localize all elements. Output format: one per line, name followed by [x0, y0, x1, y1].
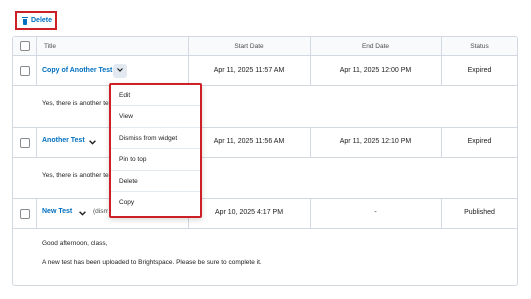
column-start-date[interactable]: Start Date	[188, 37, 310, 56]
column-title[interactable]: Title	[44, 37, 56, 56]
item-title-link[interactable]: Copy of Another Test	[42, 67, 112, 74]
menu-item-pin-to-top[interactable]: Pin to top	[111, 149, 200, 171]
preview-text-line-2: A new test has been uploaded to Brightsp…	[42, 259, 262, 266]
end-date: Apr 11, 2025 12:00 PM	[339, 67, 412, 74]
preview-row: Yes, there is another test	[13, 86, 517, 128]
table-row: New Test (dismissed) Apr 10, 2025 4:17 P…	[13, 199, 517, 229]
preview-text: Yes, there is another test	[42, 100, 114, 107]
menu-item-copy[interactable]: Copy	[111, 192, 200, 213]
select-all-checkbox[interactable]	[20, 41, 30, 51]
context-menu: Edit View Dismiss from widget Pin to top…	[109, 83, 202, 218]
chevron-down-icon[interactable]	[79, 211, 86, 216]
start-date: Apr 11, 2025 11:56 AM	[213, 138, 285, 145]
end-date: -	[374, 209, 377, 216]
column-status[interactable]: Status	[441, 37, 517, 56]
item-title-link[interactable]: Another Test	[42, 137, 85, 144]
table-row: Copy of Another Test Apr 11, 2025 11:57 …	[13, 56, 517, 86]
row-checkbox[interactable]	[20, 209, 30, 219]
trash-icon	[22, 16, 28, 25]
status: Expired	[467, 67, 492, 74]
preview-row: Yes, there is another test	[13, 158, 517, 199]
item-title-link[interactable]: New Test	[42, 208, 72, 215]
preview-row: Good afternoon, class, A new test has be…	[13, 229, 517, 285]
delete-label: Delete	[31, 17, 53, 24]
announcements-grid: Title Start Date End Date Status Copy of…	[12, 36, 518, 286]
table-row: Another Test Apr 11, 2025 11:56 AM Apr 1…	[13, 128, 517, 158]
row-checkbox[interactable]	[20, 138, 30, 148]
menu-item-delete[interactable]: Delete	[111, 171, 200, 192]
status: Expired	[467, 138, 492, 145]
column-end-date[interactable]: End Date	[310, 37, 441, 56]
chevron-down-icon[interactable]	[89, 140, 96, 145]
status: Published	[464, 209, 495, 216]
end-date: Apr 11, 2025 12:10 PM	[339, 138, 412, 145]
dismissed-label: (dismissed)	[93, 208, 108, 215]
row-checkbox[interactable]	[20, 66, 30, 76]
chevron-down-icon[interactable]	[113, 64, 127, 78]
preview-text-line-1: Good afternoon, class,	[42, 240, 108, 247]
delete-button[interactable]: Delete	[15, 11, 57, 30]
menu-item-view[interactable]: View	[111, 106, 200, 128]
menu-item-edit[interactable]: Edit	[111, 85, 200, 107]
start-date: Apr 11, 2025 11:57 AM	[213, 67, 285, 74]
start-date: Apr 10, 2025 4:17 PM	[214, 209, 284, 216]
grid-header: Title Start Date End Date Status	[13, 37, 517, 56]
preview-text: Yes, there is another test	[42, 172, 114, 179]
menu-item-dismiss-from-widget[interactable]: Dismiss from widget	[111, 128, 200, 150]
